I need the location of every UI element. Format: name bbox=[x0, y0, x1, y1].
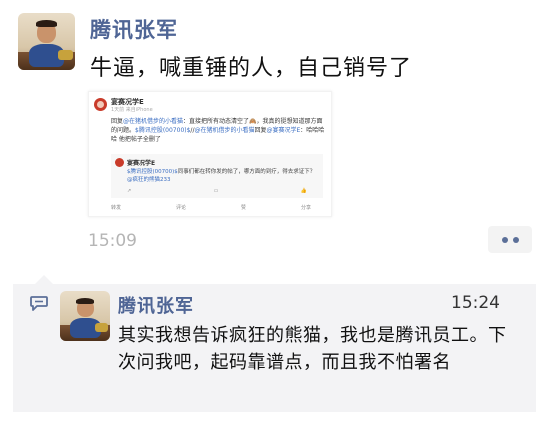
comment-bubble-icon bbox=[30, 296, 48, 311]
screenshot-actions: 转发 评论 赞 分享 bbox=[111, 204, 311, 211]
quote-avatar bbox=[115, 158, 124, 167]
quote-forward-icon: ↗ bbox=[127, 188, 132, 194]
comment-author-name[interactable]: 腾讯张军 bbox=[118, 292, 194, 318]
comment-text[interactable]: 其实我想告诉疯狂的熊猫，我也是腾讯员工。下次问我吧，起码靠谱点，而且我不怕署名 bbox=[118, 322, 520, 376]
more-dots-icon bbox=[501, 236, 508, 243]
post-image[interactable]: 宴赛况学E 1天前 来自iPhone 回复@在猪机借步的小看猫：直接把所有动态清… bbox=[88, 91, 332, 217]
screenshot-action-forward: 转发 bbox=[111, 205, 122, 211]
moments-page: 腾讯张军 牛逼，喊重锤的人，自己销号了 宴赛况学E 1天前 来自iPhone 回… bbox=[0, 0, 550, 421]
screenshot-avatar bbox=[94, 98, 107, 111]
screenshot-quote: 宴赛况学E $腾讯控股(00700)$同事们都在转你发的帖了，哪方面的到疗，得去… bbox=[111, 154, 323, 198]
screenshot-action-share: 分享 bbox=[300, 205, 311, 211]
quote-text: $腾讯控股(00700)$同事们都在转你发的帖了，哪方面的到疗，得去求证下？@疯… bbox=[127, 169, 316, 183]
quote-author: 宴赛况学E bbox=[127, 160, 156, 167]
quote-like-icon: 👍 bbox=[300, 188, 307, 194]
quote-actions: ↗ ▭ 👍 bbox=[127, 188, 307, 194]
screenshot-meta: 1天前 来自iPhone bbox=[111, 107, 153, 113]
post-text: 牛逼，喊重锤的人，自己销号了 bbox=[90, 56, 413, 81]
screenshot-text: 回复@在猪机借步的小看猫：直接把所有动态清空了🙈，我真的挺想知道那方面的问题。$… bbox=[111, 118, 325, 143]
more-dots-icon-2 bbox=[512, 236, 519, 243]
screenshot-action-like: 赞 bbox=[240, 205, 246, 211]
comment-author-avatar[interactable] bbox=[60, 291, 110, 341]
screenshot-action-comment: 评论 bbox=[175, 205, 186, 211]
quote-comment-icon: ▭ bbox=[213, 188, 219, 194]
author-avatar[interactable] bbox=[18, 13, 75, 70]
post-author-name[interactable]: 腾讯张军 bbox=[90, 14, 178, 44]
more-actions-button[interactable] bbox=[488, 226, 532, 253]
post-time: 15:09 bbox=[88, 231, 137, 251]
comment-time: 15:24 bbox=[451, 293, 500, 313]
